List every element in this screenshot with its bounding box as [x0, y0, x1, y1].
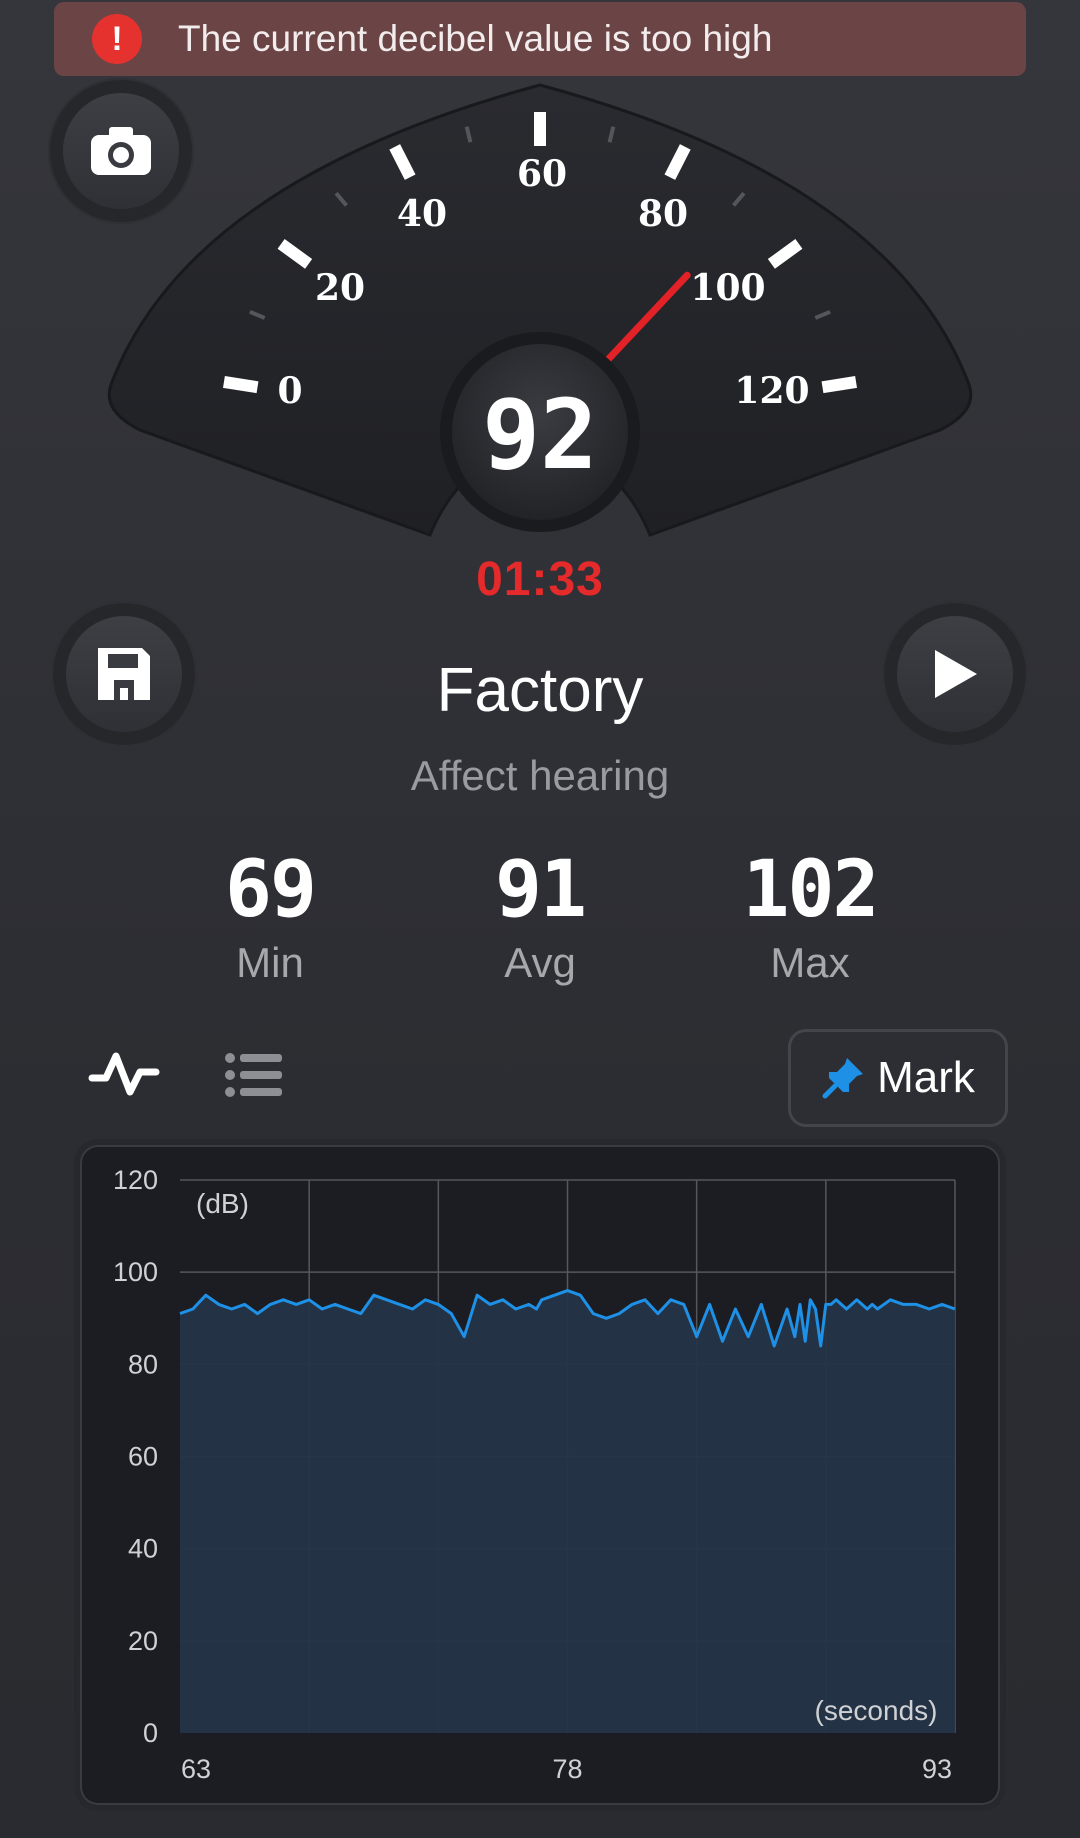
chart-y-tick-label: 80: [128, 1349, 158, 1379]
chart-y-tick-label: 20: [128, 1626, 158, 1656]
chart-y-tick-label: 0: [143, 1718, 158, 1748]
chart-x-tick-label: 78: [552, 1754, 582, 1784]
chart-y-tick-label: 60: [128, 1442, 158, 1472]
chart-x-tick-labels: 63 78 93: [181, 1754, 952, 1784]
chart-y-tick-label: 40: [128, 1534, 158, 1564]
chart-x-unit: (seconds): [815, 1695, 938, 1726]
chart-y-tick-label: 100: [113, 1257, 158, 1287]
decibel-history-chart: 0 20 40 60 80 100 120 63 78 93 (dB) (seconds): [113, 1165, 956, 1784]
chart-y-tick-label: 120: [113, 1165, 158, 1195]
chart-x-tick-label: 63: [181, 1754, 211, 1784]
chart-x-tick-label: 93: [922, 1754, 952, 1784]
chart-y-unit: (dB): [196, 1188, 249, 1219]
chart-y-tick-labels: 0 20 40 60 80 100 120: [113, 1165, 158, 1748]
chart-area-fill: [180, 1290, 955, 1733]
